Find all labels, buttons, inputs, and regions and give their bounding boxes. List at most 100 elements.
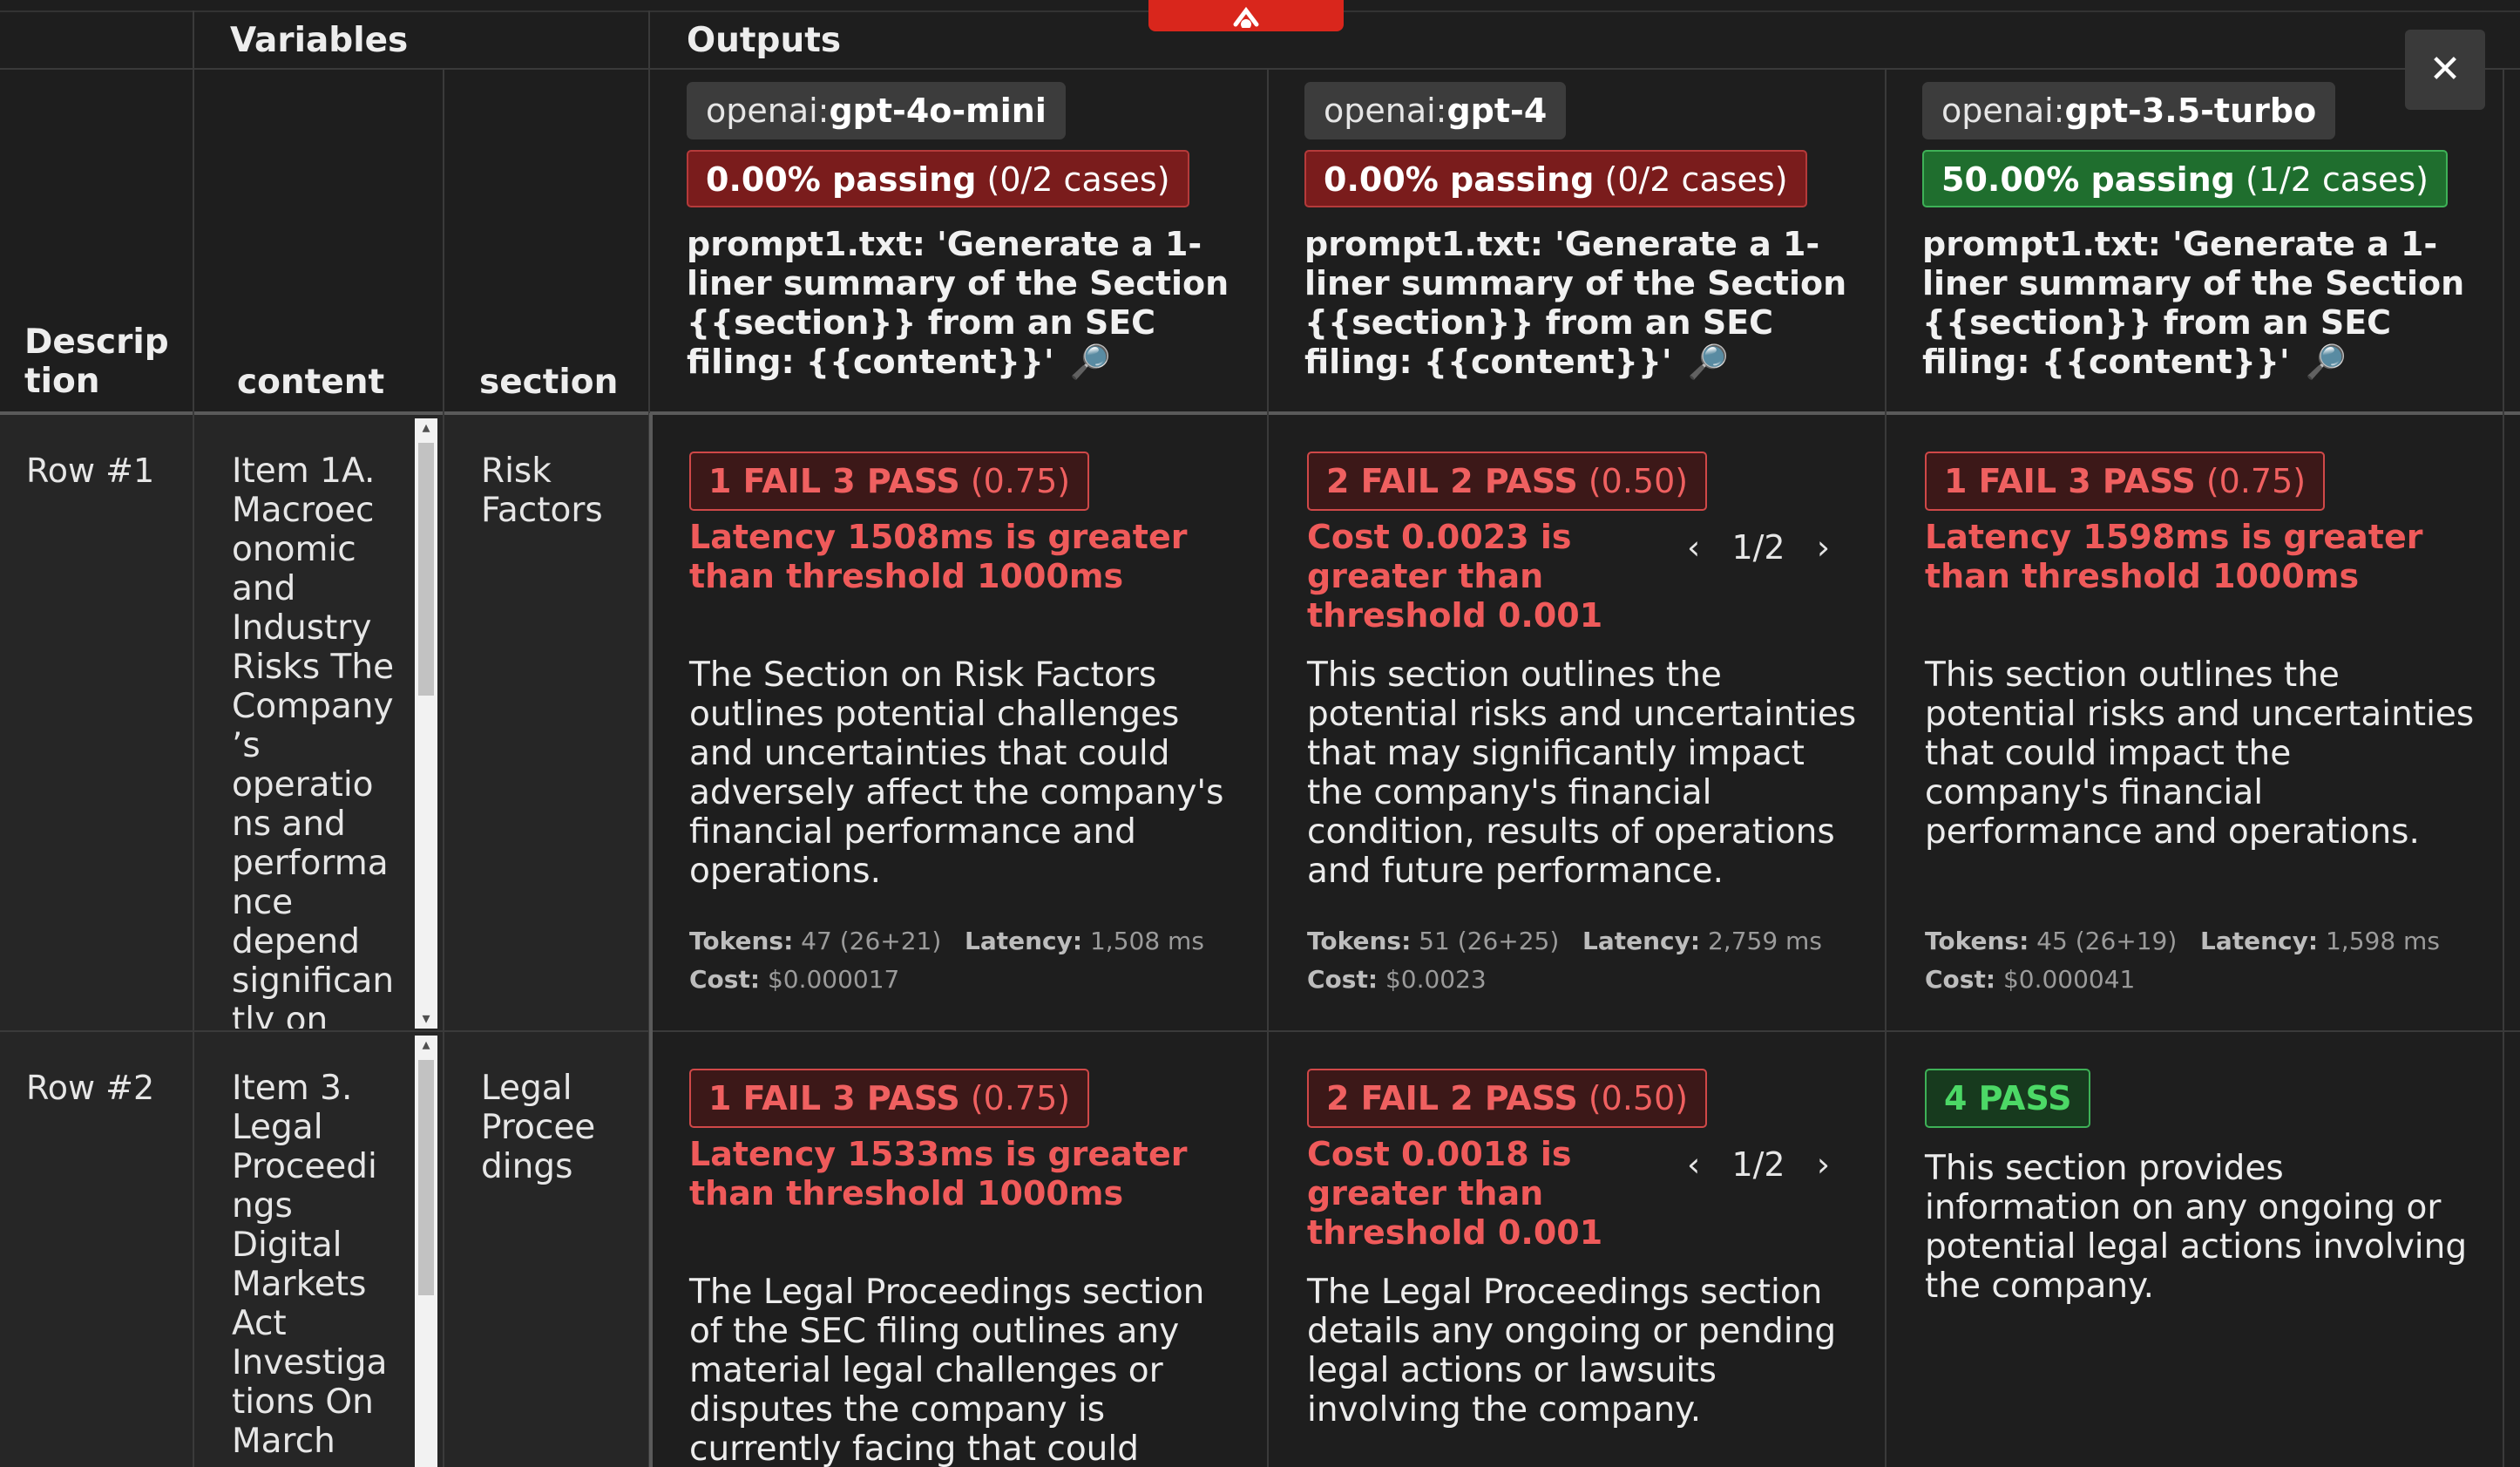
chevron-left-icon[interactable]: ‹ [1687, 1145, 1700, 1184]
section-column-header[interactable]: section [479, 363, 618, 402]
badge-score: (0.50) [1577, 462, 1689, 500]
badge-result: 2 FAIL 2 PASS [1326, 1079, 1578, 1117]
output-metadata: Tokens: 51 (26+25) Latency: 2,759 ms Cos… [1307, 922, 1865, 999]
latency-value: 1,598 ms [2318, 927, 2440, 955]
pass-rate-badge: 0.00% passing (0/2 cases) [1304, 150, 1807, 207]
prompt-text: prompt1.txt: 'Generate a 1-liner summary… [1922, 225, 2480, 382]
provider-model: gpt-4o-mini [829, 92, 1047, 130]
output-cell: 4 PASS This section provides information… [1887, 1032, 2503, 1467]
badge-result: 2 FAIL 2 PASS [1326, 462, 1578, 500]
magnifier-icon[interactable]: 🔎 [1688, 343, 1729, 381]
description-column-header[interactable]: Descrip tion [24, 323, 169, 401]
assertion-badge[interactable]: 2 FAIL 2 PASS (0.50) [1307, 1069, 1708, 1128]
content-scrollbar[interactable]: ▴ ▾ [415, 418, 437, 1029]
tokens-label: Tokens: [1925, 927, 2029, 955]
assertion-badge[interactable]: 4 PASS [1925, 1069, 2091, 1128]
content-column-header[interactable]: content [237, 363, 384, 402]
content-scrollbar[interactable]: ▴ [415, 1036, 437, 1467]
cost-label: Cost: [1307, 965, 1379, 994]
provider-chip[interactable]: openai:gpt-4 [1304, 82, 1567, 139]
output-text: The Legal Proceedings section of the SEC… [689, 1273, 1205, 1467]
row-label: Row #1 [26, 452, 155, 490]
chevron-right-icon[interactable]: › [1817, 528, 1830, 567]
output-text: The Legal Proceedings section details an… [1307, 1273, 1837, 1430]
latency-label: Latency: [1582, 927, 1701, 955]
scroll-thumb[interactable] [418, 443, 434, 696]
pager-count: 1/2 [1731, 528, 1785, 567]
output-metadata: Tokens: 45 (26+19) Latency: 1,598 ms Cos… [1925, 922, 2483, 999]
badge-result: 1 FAIL 3 PASS [1944, 462, 2196, 500]
prompt-label: prompt1.txt: 'Generate a 1-liner summary… [1922, 225, 2465, 381]
latency-label: Latency: [964, 927, 1083, 955]
chevron-left-icon[interactable]: ‹ [1687, 528, 1700, 567]
assertion-badge[interactable]: 1 FAIL 3 PASS (0.75) [689, 452, 1090, 511]
pager-count: 1/2 [1731, 1145, 1785, 1184]
scroll-thumb[interactable] [418, 1060, 434, 1295]
tokens-value: 47 (26+21) [793, 927, 942, 955]
scroll-down-icon[interactable]: ▾ [415, 1009, 437, 1029]
pass-rate-percent: 0.00% passing [706, 160, 977, 199]
output-metadata: Tokens: 47 (26+21) Latency: 1,508 ms Cos… [689, 922, 1247, 999]
cost-value: $0.000041 [1995, 965, 2136, 994]
pass-rate-badge: 50.00% passing (1/2 cases) [1922, 150, 2448, 207]
latency-label: Latency: [2199, 927, 2319, 955]
assertion-pager: ‹ 1/2 › [1687, 1145, 1830, 1184]
prompt-label: prompt1.txt: 'Generate a 1-liner summary… [687, 225, 1230, 381]
fail-reason: Cost 0.0018 is greater than threshold 0.… [1307, 1135, 1603, 1252]
content-text: Item 3. Legal Proceedi ngs Digital Marke… [232, 1069, 388, 1461]
pass-rate-cases: (0/2 cases) [976, 160, 1170, 199]
badge-score: (0.75) [959, 462, 1071, 500]
output-text: This section outlines the potential risk… [1925, 655, 2475, 852]
close-icon: ✕ [2429, 47, 2462, 92]
variables-group-header: Variables [230, 21, 409, 60]
badge-score: (0.50) [1577, 1079, 1689, 1117]
provider-prefix: openai: [1941, 92, 2065, 130]
content-cell: Item 1A. Macroec onomic and Industry Ris… [193, 415, 443, 1029]
provider-chip[interactable]: openai:gpt-4o-mini [687, 82, 1066, 139]
badge-result: 1 FAIL 3 PASS [708, 1079, 960, 1117]
badge-score: (0.75) [959, 1079, 1071, 1117]
chevron-right-icon[interactable]: › [1817, 1145, 1830, 1184]
output-text: The Section on Risk Factors outlines pot… [689, 655, 1224, 891]
tokens-label: Tokens: [1307, 927, 1412, 955]
tokens-value: 45 (26+19) [2029, 927, 2178, 955]
badge-result: 1 FAIL 3 PASS [708, 462, 960, 500]
prompt-label: prompt1.txt: 'Generate a 1-liner summary… [1304, 225, 1847, 381]
output-cell: 2 FAIL 2 PASS (0.50) Cost 0.0018 is grea… [1269, 1032, 1885, 1467]
chevron-up-icon [1233, 6, 1259, 28]
provider-chip[interactable]: openai:gpt-3.5-turbo [1922, 82, 2336, 139]
fail-reason: Latency 1598ms is greater than threshold… [1925, 518, 2423, 595]
cost-value: $0.0023 [1378, 965, 1487, 994]
cost-label: Cost: [689, 965, 761, 994]
content-text: Item 1A. Macroec onomic and Industry Ris… [232, 452, 395, 1029]
assertion-badge[interactable]: 1 FAIL 3 PASS (0.75) [689, 1069, 1090, 1128]
provider-prefix: openai: [706, 92, 830, 130]
scroll-up-icon[interactable]: ▴ [415, 1036, 437, 1055]
prompt-text: prompt1.txt: 'Generate a 1-liner summary… [687, 225, 1244, 382]
scroll-up-icon[interactable]: ▴ [415, 418, 437, 438]
magnifier-icon[interactable]: 🔎 [1070, 343, 1111, 381]
cost-label: Cost: [1925, 965, 1996, 994]
fail-reason: Latency 1508ms is greater than threshold… [689, 518, 1188, 595]
latency-value: 1,508 ms [1082, 927, 1204, 955]
collapse-header-toggle[interactable] [1148, 0, 1344, 31]
assertion-badge[interactable]: 2 FAIL 2 PASS (0.50) [1307, 452, 1708, 511]
latency-value: 2,759 ms [1700, 927, 1822, 955]
section-text: Legal Procee dings [481, 1069, 596, 1186]
fail-reason: Latency 1533ms is greater than threshold… [689, 1135, 1188, 1212]
assertion-badge[interactable]: 1 FAIL 3 PASS (0.75) [1925, 452, 2326, 511]
pass-rate-percent: 0.00% passing [1324, 160, 1595, 199]
provider-model: gpt-3.5-turbo [2064, 92, 2317, 130]
pass-rate-cases: (0/2 cases) [1594, 160, 1788, 199]
provider-prefix: openai: [1324, 92, 1447, 130]
pass-rate-percent: 50.00% passing [1941, 160, 2235, 199]
output-cell: 1 FAIL 3 PASS (0.75) Latency 1533ms is g… [654, 1032, 1267, 1467]
cost-value: $0.000017 [760, 965, 900, 994]
pass-rate-badge: 0.00% passing (0/2 cases) [687, 150, 1189, 207]
content-cell: Item 3. Legal Proceedi ngs Digital Marke… [193, 1032, 443, 1467]
magnifier-icon[interactable]: 🔎 [2306, 343, 2347, 381]
close-button[interactable]: ✕ [2405, 30, 2485, 110]
outputs-group-header: Outputs [687, 21, 842, 60]
output-cell: 2 FAIL 2 PASS (0.50) Cost 0.0023 is grea… [1269, 415, 1885, 1030]
tokens-label: Tokens: [689, 927, 794, 955]
